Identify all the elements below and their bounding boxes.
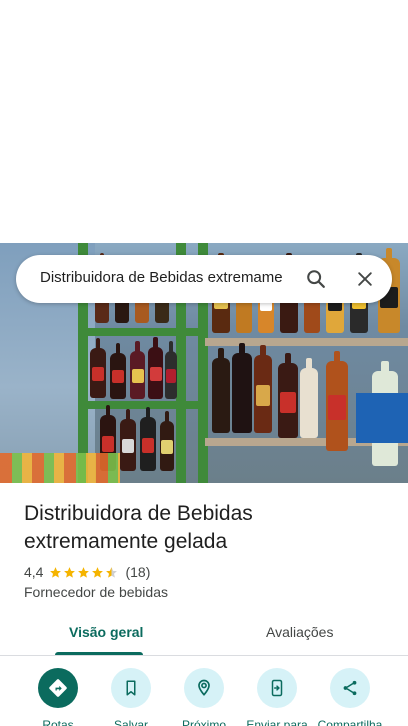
bottle bbox=[165, 341, 177, 399]
shelf-plank bbox=[78, 328, 208, 336]
bottle bbox=[148, 337, 163, 399]
place-category: Fornecedor de bebidas bbox=[24, 584, 168, 600]
place-title: Distribuidora de Bebidas extremamente ge… bbox=[24, 502, 253, 553]
crate bbox=[356, 393, 408, 443]
nearby-icon bbox=[198, 679, 210, 696]
bottle bbox=[212, 348, 230, 433]
save-button[interactable]: Salvar bbox=[91, 668, 171, 726]
directions-circle bbox=[38, 668, 78, 708]
action-bar: Rotas Salvar Próximo Enviar para Compart… bbox=[0, 668, 408, 726]
directions-button[interactable]: Rotas bbox=[18, 668, 98, 726]
bottle bbox=[120, 409, 136, 471]
bottle bbox=[130, 341, 145, 399]
directions-icon bbox=[49, 679, 67, 697]
place-tabs: Visão geral Avaliações bbox=[0, 614, 408, 656]
bottle bbox=[110, 343, 126, 399]
share-circle bbox=[330, 668, 370, 708]
bottle bbox=[160, 411, 174, 471]
nearby-circle bbox=[184, 668, 224, 708]
review-count: (18) bbox=[125, 564, 151, 580]
nearby-button[interactable]: Próximo bbox=[164, 668, 244, 726]
share-label: Compartilha bbox=[317, 718, 383, 726]
bottle bbox=[326, 351, 348, 451]
half-star-icon bbox=[106, 566, 118, 578]
tab-reviews[interactable]: Avaliações bbox=[266, 624, 333, 640]
bottle bbox=[90, 338, 106, 398]
bookmark-icon bbox=[126, 680, 136, 696]
search-icon bbox=[307, 270, 325, 288]
bottle bbox=[278, 353, 298, 438]
share-icon bbox=[343, 680, 357, 696]
nearby-label: Próximo bbox=[181, 718, 226, 726]
rating-row[interactable]: 4,4 (18) bbox=[24, 563, 150, 581]
star-icon bbox=[92, 566, 104, 578]
search-bar[interactable]: Distribuidora de Bebidas extremame bbox=[16, 255, 392, 303]
bottle bbox=[254, 345, 272, 433]
star-icon bbox=[64, 566, 76, 578]
tab-selected-indicator bbox=[55, 652, 143, 655]
shelf-plank bbox=[78, 401, 208, 409]
save-label: Salvar bbox=[113, 718, 148, 726]
tab-overview[interactable]: Visão geral bbox=[69, 624, 143, 640]
rating-stars bbox=[49, 566, 119, 579]
search-button[interactable] bbox=[300, 263, 332, 295]
star-icon bbox=[50, 566, 62, 578]
close-icon bbox=[358, 272, 372, 286]
share-button[interactable]: Compartilha bbox=[310, 668, 390, 726]
send-to-phone-button[interactable]: Enviar para bbox=[237, 668, 317, 726]
search-input[interactable]: Distribuidora de Bebidas extremame bbox=[40, 269, 288, 291]
shelf-plank bbox=[205, 338, 408, 346]
rating-value: 4,4 bbox=[24, 564, 44, 580]
clear-search-button[interactable] bbox=[349, 263, 381, 295]
bottle bbox=[140, 407, 156, 471]
send-to-phone-label: Enviar para bbox=[246, 718, 308, 726]
star-icon bbox=[78, 566, 90, 578]
directions-label: Rotas bbox=[42, 718, 74, 726]
save-circle bbox=[111, 668, 151, 708]
bottle bbox=[232, 343, 252, 433]
send-to-phone-circle bbox=[257, 668, 297, 708]
send-to-phone-icon bbox=[271, 679, 283, 697]
floor-bottles bbox=[0, 453, 120, 483]
bottle bbox=[300, 358, 318, 438]
map-area-blank bbox=[0, 0, 408, 243]
